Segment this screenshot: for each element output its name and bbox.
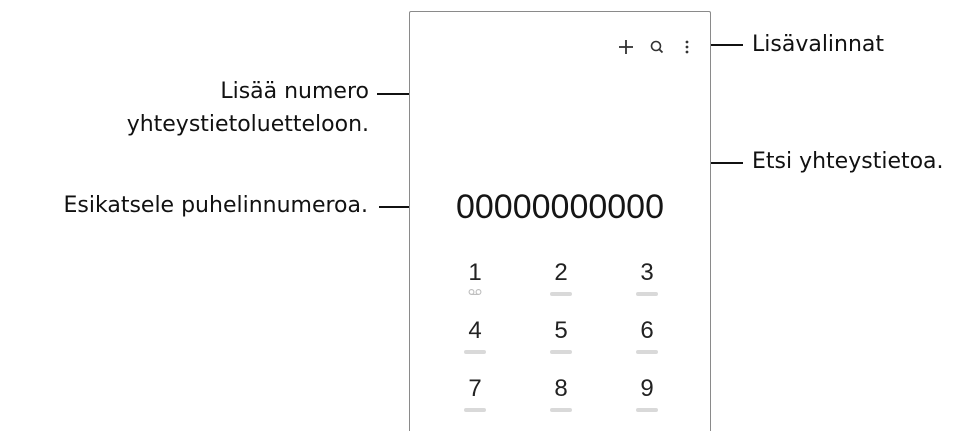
dial-key-digit: 9	[640, 375, 654, 402]
dial-key-letters	[464, 408, 486, 412]
dial-key-digit: 4	[468, 317, 482, 344]
dialed-number-display: 00000000000	[455, 188, 664, 226]
dial-key-letters	[636, 408, 658, 412]
callout-add-number-line2: yhteystietoluetteloon.	[126, 112, 369, 137]
dial-key-8[interactable]: 8	[526, 374, 596, 426]
callout-preview-number: Esikatsele puhelinnumeroa.	[63, 193, 368, 218]
dial-key-5[interactable]: 5	[526, 316, 596, 368]
more-vertical-icon[interactable]	[682, 38, 692, 56]
dial-key-letters	[636, 350, 658, 354]
dial-key-letters	[550, 408, 572, 412]
voicemail-icon	[468, 289, 482, 295]
dial-key-digit: 1	[468, 259, 482, 286]
dial-key-digit: 5	[554, 317, 568, 344]
dial-key-2[interactable]: 2	[526, 258, 596, 310]
dial-key-digit: 6	[640, 317, 654, 344]
search-icon[interactable]	[648, 38, 666, 56]
phone-dialer-screen: 00000000000 1 2 3 4 5 6 7 8 9	[409, 11, 711, 431]
dial-key-digit: 3	[640, 259, 654, 286]
dial-key-letters	[550, 350, 572, 354]
dial-key-4[interactable]: 4	[440, 316, 510, 368]
dial-key-digit: 2	[554, 259, 568, 286]
dial-key-6[interactable]: 6	[612, 316, 682, 368]
callout-more-options: Lisävalinnat	[752, 32, 885, 57]
dial-key-7[interactable]: 7	[440, 374, 510, 426]
plus-icon[interactable]	[616, 37, 636, 57]
dial-key-letters	[550, 292, 572, 296]
callout-search-contact: Etsi yhteystietoa.	[752, 149, 944, 174]
dial-key-letters	[636, 292, 658, 296]
dial-key-digit: 8	[554, 375, 568, 402]
dial-key-9[interactable]: 9	[612, 374, 682, 426]
callout-add-number-line1: Lisää numero	[220, 79, 369, 104]
dial-key-3[interactable]: 3	[612, 258, 682, 310]
dial-key-1[interactable]: 1	[440, 258, 510, 310]
dial-key-digit: 7	[468, 375, 482, 402]
dial-key-letters	[464, 350, 486, 354]
